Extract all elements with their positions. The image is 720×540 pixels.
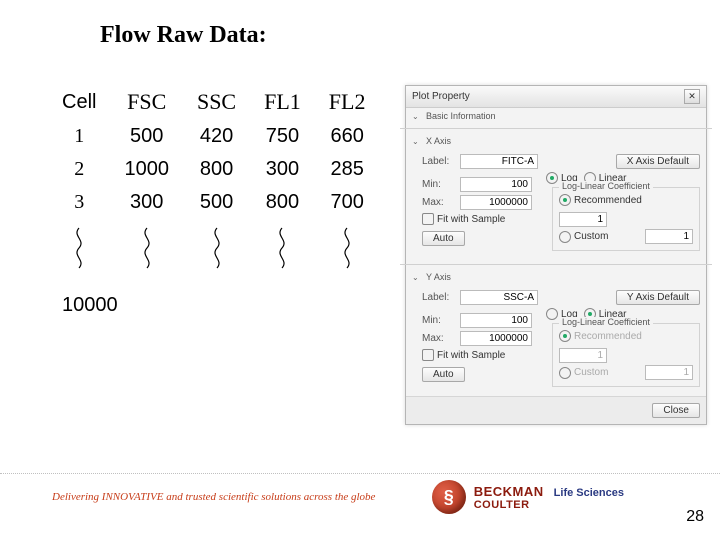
cell: 1000 <box>110 154 183 187</box>
y-auto-button[interactable]: Auto <box>422 367 465 382</box>
dialog-title: Plot Property <box>412 91 470 102</box>
y-axis-header[interactable]: ⌄ Y Axis <box>406 269 706 285</box>
x-axis-label-input[interactable] <box>460 154 538 169</box>
page-title: Flow Raw Data: <box>100 22 267 49</box>
x-rec-value[interactable] <box>559 212 607 227</box>
squiggle-icon <box>136 226 158 274</box>
col-cell: Cell <box>48 85 110 121</box>
ellipsis-row <box>48 220 379 286</box>
x-min-label: Min: <box>422 179 454 190</box>
label: Recommended <box>574 195 642 206</box>
cell: 800 <box>183 154 250 187</box>
x-min-input[interactable] <box>460 177 532 192</box>
col-fl2: FL2 <box>315 85 380 121</box>
label: Custom <box>574 231 608 242</box>
y-axis-default-button[interactable]: Y Axis Default <box>616 290 700 305</box>
y-min-input[interactable] <box>460 313 532 328</box>
page-number: 28 <box>686 508 704 526</box>
x-label-label: Label: <box>422 156 454 167</box>
tagline: Delivering INNOVATIVE and trusted scient… <box>0 491 375 503</box>
y-fit-checkbox[interactable]: Fit with Sample <box>422 349 505 361</box>
brand-main: BECKMAN <box>474 484 544 499</box>
chevron-down-icon: ⌄ <box>412 137 422 146</box>
chevron-down-icon: ⌄ <box>412 112 422 121</box>
col-fl1: FL1 <box>250 85 315 121</box>
section-label: Basic Information <box>426 111 496 121</box>
cell: 800 <box>250 187 315 220</box>
chevron-down-icon: ⌄ <box>412 273 422 282</box>
cell: 10000 <box>48 286 379 323</box>
cell: 700 <box>315 187 380 220</box>
y-custom-value <box>645 365 693 380</box>
y-label-label: Label: <box>422 292 454 303</box>
x-max-input[interactable] <box>460 195 532 210</box>
cell: 300 <box>110 187 183 220</box>
slide-footer: Delivering INNOVATIVE and trusted scient… <box>0 473 720 514</box>
x-custom-value[interactable] <box>645 229 693 244</box>
cell: 420 <box>183 121 250 154</box>
y-max-input[interactable] <box>460 331 532 346</box>
col-ssc: SSC <box>183 85 250 121</box>
table-row: 10000 <box>48 286 379 323</box>
cell: 300 <box>250 154 315 187</box>
squiggle-icon <box>68 226 90 274</box>
label: Custom <box>574 367 608 378</box>
squiggle-icon <box>271 226 293 274</box>
col-fsc: FSC <box>110 85 183 121</box>
x-auto-button[interactable]: Auto <box>422 231 465 246</box>
x-max-label: Max: <box>422 197 454 208</box>
y-rec-value <box>559 348 607 363</box>
y-min-label: Min: <box>422 315 454 326</box>
x-fit-checkbox[interactable]: Fit with Sample <box>422 213 505 225</box>
squiggle-icon <box>336 226 358 274</box>
cell: 660 <box>315 121 380 154</box>
label: Recommended <box>574 331 642 342</box>
y-custom-radio: Custom <box>559 367 608 379</box>
brand-logo: § BECKMAN Life Sciences COULTER <box>432 480 720 514</box>
close-dialog-button[interactable]: Close <box>652 403 700 418</box>
basic-info-header[interactable]: ⌄ Basic Information <box>406 108 706 124</box>
x-axis-default-button[interactable]: X Axis Default <box>616 154 700 169</box>
cell: 500 <box>110 121 183 154</box>
brand-circle-icon: § <box>432 480 466 514</box>
cell: 500 <box>183 187 250 220</box>
cell: 285 <box>315 154 380 187</box>
label: Fit with Sample <box>437 350 505 361</box>
y-coef-legend: Log-Linear Coefficient <box>559 317 653 327</box>
label: Fit with Sample <box>437 214 505 225</box>
squiggle-icon <box>206 226 228 274</box>
x-coef-legend: Log-Linear Coefficient <box>559 181 653 191</box>
table-row: 2 1000 800 300 285 <box>48 154 379 187</box>
close-button[interactable]: ✕ <box>684 89 700 104</box>
section-label: X Axis <box>426 136 451 146</box>
cell: 1 <box>48 121 110 154</box>
x-custom-radio[interactable]: Custom <box>559 231 608 243</box>
y-max-label: Max: <box>422 333 454 344</box>
plot-property-dialog: Plot Property ✕ ⌄ Basic Information ⌄ X … <box>405 85 707 425</box>
cell: 2 <box>48 154 110 187</box>
brand-sub: Life Sciences <box>554 487 624 499</box>
y-rec-radio: Recommended <box>559 330 642 342</box>
cell: 3 <box>48 187 110 220</box>
brand-coulter: COULTER <box>474 500 624 511</box>
x-axis-header[interactable]: ⌄ X Axis <box>406 133 706 149</box>
cell: 750 <box>250 121 315 154</box>
section-label: Y Axis <box>426 272 451 282</box>
raw-data-table: Cell FSC SSC FL1 FL2 1 500 420 750 660 2… <box>48 85 379 323</box>
table-row: 1 500 420 750 660 <box>48 121 379 154</box>
y-axis-label-input[interactable] <box>460 290 538 305</box>
x-rec-radio[interactable]: Recommended <box>559 194 642 206</box>
table-row: 3 300 500 800 700 <box>48 187 379 220</box>
